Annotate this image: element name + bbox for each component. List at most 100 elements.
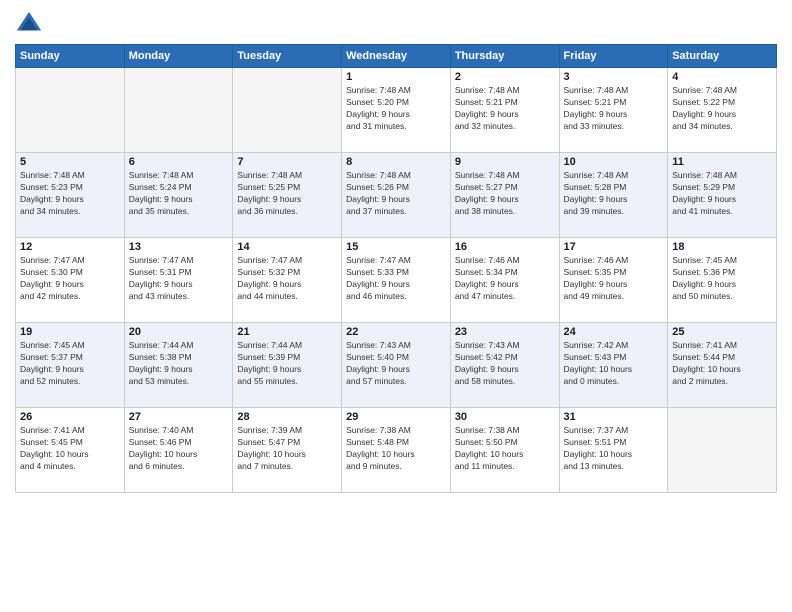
day-number: 14 [237, 241, 337, 253]
calendar-week-row: 1 Sunrise: 7:48 AMSunset: 5:20 PMDaylight… [16, 68, 777, 153]
day-info: Sunrise: 7:48 AMSunset: 5:25 PMDaylight:… [237, 170, 337, 218]
day-number: 4 [672, 71, 772, 83]
day-info: Sunrise: 7:39 AMSunset: 5:47 PMDaylight:… [237, 425, 337, 473]
day-number: 15 [346, 241, 446, 253]
column-header-sunday: Sunday [16, 45, 125, 68]
calendar-cell: 5 Sunrise: 7:48 AMSunset: 5:23 PMDaylight… [16, 153, 125, 238]
calendar-cell: 29Sunrise: 7:38 AMSunset: 5:48 PMDayligh… [342, 408, 451, 493]
calendar: SundayMondayTuesdayWednesdayThursdayFrid… [15, 44, 777, 493]
column-header-tuesday: Tuesday [233, 45, 342, 68]
logo [15, 10, 47, 38]
day-number: 24 [564, 326, 664, 338]
calendar-cell: 8 Sunrise: 7:48 AMSunset: 5:26 PMDaylight… [342, 153, 451, 238]
calendar-cell: 22 Sunrise: 7:43 AMSunset: 5:40 PMDayligh… [342, 323, 451, 408]
day-number: 13 [129, 241, 229, 253]
day-number: 6 [129, 156, 229, 168]
day-number: 25 [672, 326, 772, 338]
calendar-cell: 12 Sunrise: 7:47 AMSunset: 5:30 PMDayligh… [16, 238, 125, 323]
day-number: 12 [20, 241, 120, 253]
day-number: 7 [237, 156, 337, 168]
calendar-cell: 19Sunrise: 7:45 AMSunset: 5:37 PMDayligh… [16, 323, 125, 408]
calendar-cell [16, 68, 125, 153]
day-number: 30 [455, 411, 555, 423]
calendar-cell: 3 Sunrise: 7:48 AMSunset: 5:21 PMDaylight… [559, 68, 668, 153]
calendar-cell: 13 Sunrise: 7:47 AMSunset: 5:31 PMDayligh… [124, 238, 233, 323]
calendar-cell: 9 Sunrise: 7:48 AMSunset: 5:27 PMDaylight… [450, 153, 559, 238]
day-info: Sunrise: 7:48 AMSunset: 5:22 PMDaylight:… [672, 85, 772, 133]
calendar-cell: 7 Sunrise: 7:48 AMSunset: 5:25 PMDaylight… [233, 153, 342, 238]
day-info: Sunrise: 7:41 AMSunset: 5:44 PMDaylight:… [672, 340, 772, 388]
day-info: Sunrise: 7:48 AMSunset: 5:20 PMDaylight:… [346, 85, 446, 133]
day-info: Sunrise: 7:47 AMSunset: 5:33 PMDaylight:… [346, 255, 446, 303]
day-info: Sunrise: 7:48 AMSunset: 5:26 PMDaylight:… [346, 170, 446, 218]
day-number: 20 [129, 326, 229, 338]
day-info: Sunrise: 7:44 AMSunset: 5:39 PMDaylight:… [237, 340, 337, 388]
calendar-week-row: 19Sunrise: 7:45 AMSunset: 5:37 PMDayligh… [16, 323, 777, 408]
calendar-week-row: 5 Sunrise: 7:48 AMSunset: 5:23 PMDaylight… [16, 153, 777, 238]
calendar-cell: 23 Sunrise: 7:43 AMSunset: 5:42 PMDayligh… [450, 323, 559, 408]
day-info: Sunrise: 7:40 AMSunset: 5:46 PMDaylight:… [129, 425, 229, 473]
day-number: 2 [455, 71, 555, 83]
calendar-cell: 17 Sunrise: 7:46 AMSunset: 5:35 PMDayligh… [559, 238, 668, 323]
day-info: Sunrise: 7:43 AMSunset: 5:42 PMDaylight:… [455, 340, 555, 388]
calendar-cell: 2Sunrise: 7:48 AMSunset: 5:21 PMDaylight… [450, 68, 559, 153]
calendar-cell [233, 68, 342, 153]
calendar-cell: 26Sunrise: 7:41 AMSunset: 5:45 PMDayligh… [16, 408, 125, 493]
day-info: Sunrise: 7:48 AMSunset: 5:23 PMDaylight:… [20, 170, 120, 218]
day-info: Sunrise: 7:48 AMSunset: 5:28 PMDaylight:… [564, 170, 664, 218]
column-header-thursday: Thursday [450, 45, 559, 68]
day-info: Sunrise: 7:48 AMSunset: 5:21 PMDaylight:… [564, 85, 664, 133]
calendar-cell: 27 Sunrise: 7:40 AMSunset: 5:46 PMDayligh… [124, 408, 233, 493]
day-info: Sunrise: 7:38 AMSunset: 5:50 PMDaylight:… [455, 425, 555, 473]
day-number: 27 [129, 411, 229, 423]
day-number: 17 [564, 241, 664, 253]
day-info: Sunrise: 7:44 AMSunset: 5:38 PMDaylight:… [129, 340, 229, 388]
day-number: 3 [564, 71, 664, 83]
calendar-week-row: 12 Sunrise: 7:47 AMSunset: 5:30 PMDayligh… [16, 238, 777, 323]
calendar-cell: 28 Sunrise: 7:39 AMSunset: 5:47 PMDayligh… [233, 408, 342, 493]
calendar-cell: 25 Sunrise: 7:41 AMSunset: 5:44 PMDayligh… [668, 323, 777, 408]
day-info: Sunrise: 7:43 AMSunset: 5:40 PMDaylight:… [346, 340, 446, 388]
day-info: Sunrise: 7:47 AMSunset: 5:31 PMDaylight:… [129, 255, 229, 303]
column-header-saturday: Saturday [668, 45, 777, 68]
day-info: Sunrise: 7:47 AMSunset: 5:32 PMDaylight:… [237, 255, 337, 303]
day-number: 1 [346, 71, 446, 83]
day-info: Sunrise: 7:41 AMSunset: 5:45 PMDaylight:… [20, 425, 120, 473]
day-number: 31 [564, 411, 664, 423]
day-info: Sunrise: 7:48 AMSunset: 5:27 PMDaylight:… [455, 170, 555, 218]
day-number: 5 [20, 156, 120, 168]
day-info: Sunrise: 7:45 AMSunset: 5:37 PMDaylight:… [20, 340, 120, 388]
column-header-monday: Monday [124, 45, 233, 68]
day-number: 11 [672, 156, 772, 168]
calendar-cell: 1 Sunrise: 7:48 AMSunset: 5:20 PMDaylight… [342, 68, 451, 153]
calendar-cell [668, 408, 777, 493]
calendar-cell: 15 Sunrise: 7:47 AMSunset: 5:33 PMDayligh… [342, 238, 451, 323]
calendar-cell: 31 Sunrise: 7:37 AMSunset: 5:51 PMDayligh… [559, 408, 668, 493]
calendar-cell: 24 Sunrise: 7:42 AMSunset: 5:43 PMDayligh… [559, 323, 668, 408]
day-info: Sunrise: 7:38 AMSunset: 5:48 PMDaylight:… [346, 425, 446, 473]
day-number: 18 [672, 241, 772, 253]
calendar-cell: 14 Sunrise: 7:47 AMSunset: 5:32 PMDayligh… [233, 238, 342, 323]
calendar-cell [124, 68, 233, 153]
calendar-header-row: SundayMondayTuesdayWednesdayThursdayFrid… [16, 45, 777, 68]
calendar-cell: 21 Sunrise: 7:44 AMSunset: 5:39 PMDayligh… [233, 323, 342, 408]
day-number: 10 [564, 156, 664, 168]
day-number: 23 [455, 326, 555, 338]
day-number: 28 [237, 411, 337, 423]
day-info: Sunrise: 7:37 AMSunset: 5:51 PMDaylight:… [564, 425, 664, 473]
calendar-cell: 11 Sunrise: 7:48 AMSunset: 5:29 PMDayligh… [668, 153, 777, 238]
day-number: 22 [346, 326, 446, 338]
calendar-cell: 18Sunrise: 7:45 AMSunset: 5:36 PMDayligh… [668, 238, 777, 323]
day-number: 9 [455, 156, 555, 168]
calendar-cell: 30 Sunrise: 7:38 AMSunset: 5:50 PMDayligh… [450, 408, 559, 493]
calendar-cell: 10 Sunrise: 7:48 AMSunset: 5:28 PMDayligh… [559, 153, 668, 238]
day-info: Sunrise: 7:46 AMSunset: 5:34 PMDaylight:… [455, 255, 555, 303]
day-number: 21 [237, 326, 337, 338]
day-info: Sunrise: 7:42 AMSunset: 5:43 PMDaylight:… [564, 340, 664, 388]
calendar-cell: 6Sunrise: 7:48 AMSunset: 5:24 PMDaylight… [124, 153, 233, 238]
header [15, 10, 777, 38]
day-info: Sunrise: 7:46 AMSunset: 5:35 PMDaylight:… [564, 255, 664, 303]
day-number: 8 [346, 156, 446, 168]
day-info: Sunrise: 7:48 AMSunset: 5:29 PMDaylight:… [672, 170, 772, 218]
day-info: Sunrise: 7:47 AMSunset: 5:30 PMDaylight:… [20, 255, 120, 303]
